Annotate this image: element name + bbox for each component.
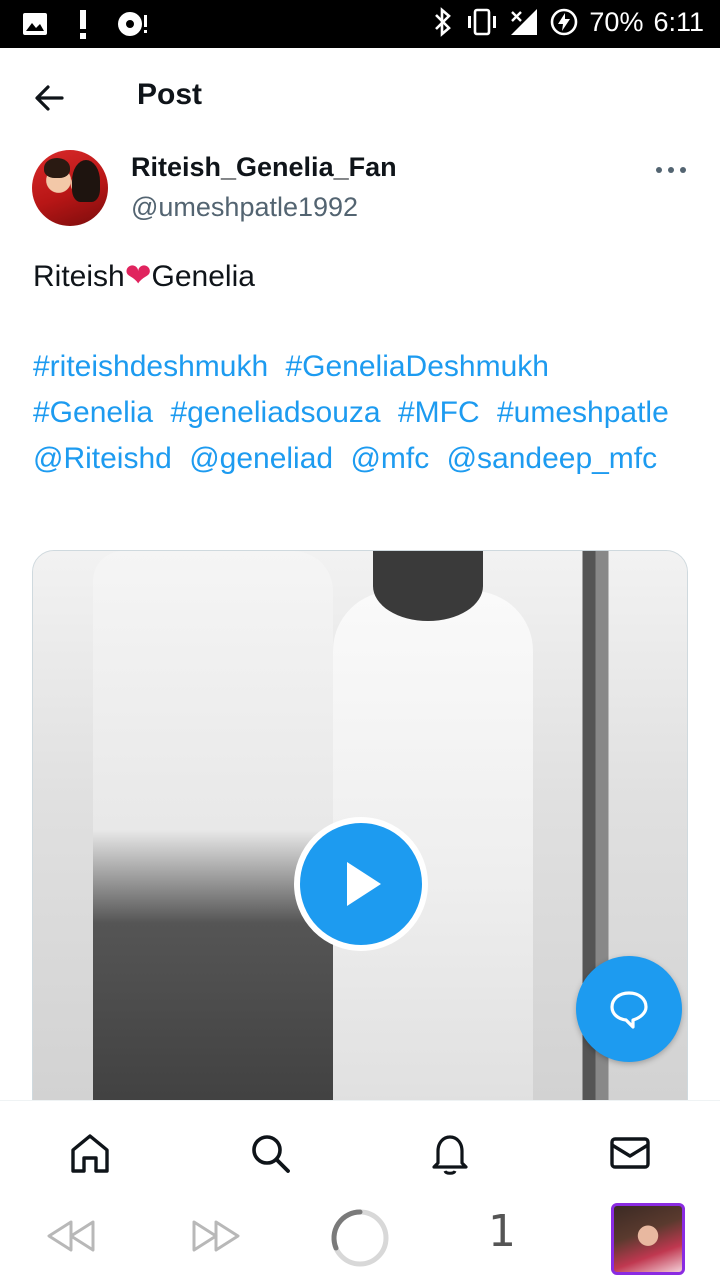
- heart-emoji: ❤: [124, 257, 152, 293]
- mention-link[interactable]: @mfc: [350, 442, 429, 475]
- author-handle[interactable]: @umeshpatle1992: [131, 192, 358, 223]
- status-bar: 70% 6:11: [0, 0, 720, 48]
- more-icon: [656, 167, 686, 173]
- forward-icon: [192, 1220, 240, 1252]
- alert-icon: [80, 10, 86, 39]
- nav-messages[interactable]: [608, 1131, 652, 1175]
- nav-notifications[interactable]: [428, 1131, 472, 1175]
- bottom-nav: [0, 1100, 720, 1196]
- hashtag-link[interactable]: #Genelia: [33, 396, 153, 429]
- home-icon: [71, 1134, 109, 1173]
- hashtag-link[interactable]: #umeshpatle: [497, 396, 669, 429]
- status-bar-left: [20, 8, 150, 40]
- hashtag-link[interactable]: #MFC: [398, 396, 480, 429]
- header: Post: [0, 48, 720, 148]
- reply-fab-button[interactable]: [576, 956, 682, 1062]
- nav-search[interactable]: [248, 1131, 292, 1175]
- post-text-part: Riteish: [33, 260, 125, 293]
- battery-percent: 70%: [589, 6, 644, 37]
- arrow-left-icon: [35, 85, 64, 111]
- video-media[interactable]: [32, 550, 688, 1170]
- image-icon: [23, 13, 47, 35]
- hashtag-link[interactable]: #GeneliaDeshmukh: [285, 350, 548, 383]
- browser-toolbar: 1: [0, 1196, 720, 1280]
- avatar[interactable]: [32, 150, 108, 226]
- avatar-detail: [72, 160, 100, 202]
- post-text-part: Genelia: [151, 260, 255, 293]
- clock: 6:11: [653, 6, 704, 37]
- loading-indicator: [330, 1208, 390, 1268]
- signal-icon: [511, 9, 538, 35]
- rewind-icon: [47, 1220, 95, 1252]
- page-title: Post: [137, 78, 203, 111]
- play-button[interactable]: [294, 817, 428, 951]
- mail-icon: [610, 1137, 650, 1169]
- tab-thumbnail[interactable]: [611, 1203, 685, 1275]
- search-icon: [252, 1135, 290, 1173]
- bluetooth-icon: [435, 7, 452, 37]
- play-icon: [347, 862, 381, 906]
- more-options-button[interactable]: [652, 158, 692, 182]
- hashtag-link[interactable]: #riteishdeshmukh: [33, 350, 268, 383]
- loading-icon: [331, 1209, 389, 1267]
- bell-icon: [432, 1135, 468, 1175]
- mention-link[interactable]: @sandeep_mfc: [447, 442, 658, 475]
- hashtags: #riteishdeshmukh #GeneliaDeshmukh #Genel…: [33, 344, 683, 482]
- nav-home[interactable]: [68, 1131, 112, 1175]
- mention-link[interactable]: @Riteishd: [33, 442, 172, 475]
- battery-charging-icon: [551, 8, 578, 36]
- forward-button[interactable]: [190, 1216, 242, 1256]
- author-name[interactable]: Riteish_Genelia_Fan: [131, 152, 397, 183]
- vibrate-icon: [468, 8, 497, 36]
- disc-icon: [118, 12, 147, 36]
- tab-count[interactable]: 1: [488, 1206, 516, 1257]
- back-button[interactable]: [30, 78, 70, 118]
- hashtag-link[interactable]: #geneliadsouza: [170, 396, 380, 429]
- status-bar-right: 70% 6:11: [431, 6, 704, 38]
- chat-bubble-icon: [610, 991, 648, 1029]
- post-text: Riteish❤Genelia: [33, 256, 255, 296]
- rewind-button[interactable]: [45, 1216, 97, 1256]
- video-thumbnail-figure: [373, 551, 483, 621]
- mention-link[interactable]: @geneliad: [189, 442, 333, 475]
- avatar-detail: [44, 158, 70, 178]
